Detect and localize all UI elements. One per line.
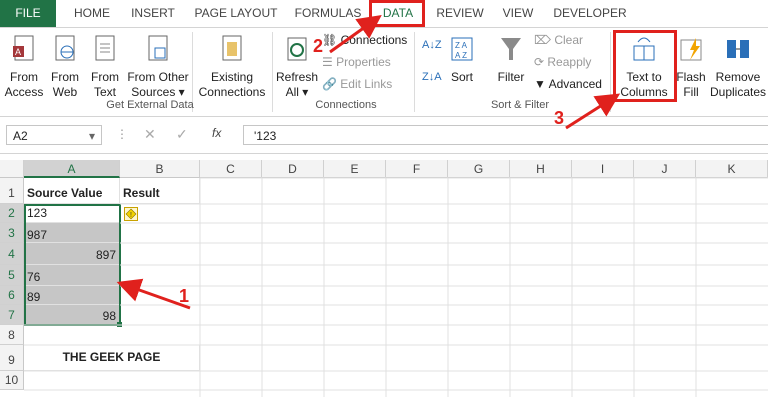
arrow-2 <box>329 15 382 54</box>
arrow-3 <box>565 93 621 130</box>
annotation-number-3: 3 <box>554 108 565 128</box>
annotation-number-2: 2 <box>313 36 324 56</box>
annotation-number-1: 1 <box>179 286 190 306</box>
annotation-arrows <box>116 15 621 310</box>
